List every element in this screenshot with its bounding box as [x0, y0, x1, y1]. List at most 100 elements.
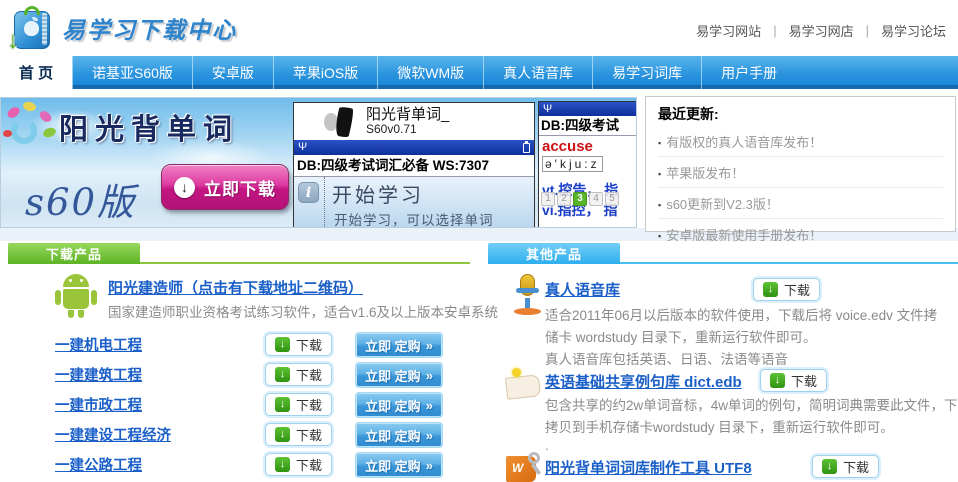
antenna-icon: Ψ: [543, 102, 552, 117]
db-status-line: DB:四级考试: [539, 116, 637, 136]
other-link-sentence-lib[interactable]: 英语基础共享例句库 dict.edb: [545, 371, 742, 392]
order-button[interactable]: 立即 定购»: [355, 362, 443, 388]
update-text: 苹果版发布！: [666, 166, 744, 181]
info-icon: i: [298, 182, 319, 203]
download-row: 一建市政工程 ↓下载 立即 定购 »: [0, 390, 480, 418]
product-description: 国家建造师职业资格考试练习软件，适合v1.6及以上版本安卓系统: [108, 301, 498, 321]
download-arrow-icon: ↓: [275, 427, 290, 442]
download-arrow-icon: ↓: [275, 457, 290, 472]
backpack-logo-icon: ↓: [8, 5, 54, 51]
item-link-mechanical[interactable]: 一建机电工程: [55, 334, 142, 355]
download-row: 一建建设工程经济 ↓下载 立即 定购»: [0, 420, 480, 448]
download-button[interactable]: ↓下载: [265, 393, 332, 416]
download-label: 下载: [784, 280, 810, 299]
main-nav: 首 页 诺基亚S60版 安卓版 苹果iOS版 微软WM版 真人语音库 易学习词库…: [0, 56, 958, 89]
nav-tab-ios[interactable]: 苹果iOS版: [273, 56, 377, 89]
download-arrow-icon: ↓: [275, 337, 290, 352]
other-link-dict-tool[interactable]: 阳光背单词词库制作工具 UTF8: [545, 457, 752, 478]
download-arrow-icon: ↓: [275, 397, 290, 412]
nav-tab-android[interactable]: 安卓版: [192, 56, 273, 89]
order-label: 立即 定购: [365, 396, 421, 415]
download-arrow-icon: ↓: [822, 459, 837, 474]
header-links: 易学习网站 | 易学习网店 | 易学习论坛: [696, 21, 946, 40]
link-forum[interactable]: 易学习论坛: [881, 21, 946, 40]
tab-download-products[interactable]: 下载产品: [8, 243, 140, 264]
nav-tab-home[interactable]: 首 页: [0, 56, 72, 89]
nav-tab-manual[interactable]: 用户手册: [701, 56, 796, 89]
other-description: 真人语音库包括英语、日语、法语等语音: [545, 348, 788, 368]
page-button-2[interactable]: 2: [557, 192, 571, 206]
product-link-builder[interactable]: 阳光建造师（点击有下载地址二维码）: [108, 277, 363, 298]
item-link-architecture[interactable]: 一建建筑工程: [55, 364, 142, 385]
other-description: 包含共享的约2w单词音标，4w单词的例句，简明词典需要此文件，下: [545, 394, 958, 414]
db-status-line: DB:四级考试词汇必备 WS:7307: [294, 155, 534, 177]
site-title: 易学习下载中心: [62, 11, 237, 45]
download-button[interactable]: ↓下载: [265, 453, 332, 476]
order-label: 立即 定购: [365, 336, 421, 355]
download-button[interactable]: ↓下载: [265, 363, 332, 386]
other-link-voice-lib[interactable]: 真人语音库: [545, 279, 620, 300]
item-link-highway[interactable]: 一建公路工程: [55, 454, 142, 475]
update-text: s60更新到V2.3版！: [666, 197, 779, 212]
update-item[interactable]: ▪ 安卓版最新使用手册发布！: [658, 219, 943, 249]
download-row: 一建机电工程 ↓ 下载 立即 定购 »: [0, 330, 480, 358]
download-button[interactable]: ↓ 下载: [753, 278, 820, 301]
phonetic-text: ə'kju:z: [542, 156, 603, 172]
pagination: 1 2 3 4 5: [541, 192, 619, 206]
flower-logo-icon: [3, 102, 57, 156]
menu-item-start-study: 开始学习: [332, 179, 424, 208]
site-logo[interactable]: ↓ 易学习下载中心: [8, 5, 237, 51]
app-version: S60v0.71: [366, 123, 449, 137]
nav-tab-nokia-s60[interactable]: 诺基亚S60版: [72, 56, 192, 89]
bullet-icon: ▪: [658, 231, 661, 241]
nav-tab-wm[interactable]: 微软WM版: [377, 56, 483, 89]
download-row: 一建公路工程 ↓下载 立即 定购»: [0, 450, 480, 478]
banner-subtitle: s60版: [25, 172, 136, 226]
order-button[interactable]: 立即 定购»: [355, 452, 443, 478]
download-button[interactable]: ↓ 下载: [812, 455, 879, 478]
chevron-right-icon: »: [426, 338, 433, 353]
download-arrow-icon: ↓: [763, 282, 778, 297]
order-button[interactable]: 立即 定购 »: [355, 332, 443, 358]
page-button-4[interactable]: 4: [589, 192, 603, 206]
update-item[interactable]: ▪有版权的真人语音库发布！: [658, 126, 943, 157]
chevron-right-icon: »: [426, 398, 433, 413]
download-button[interactable]: ↓下载: [265, 423, 332, 446]
bullet-icon: ▪: [658, 138, 661, 148]
page-button-1[interactable]: 1: [541, 192, 555, 206]
download-button[interactable]: ↓下载: [760, 369, 827, 392]
tab-other-products[interactable]: 其他产品: [488, 243, 620, 264]
update-text: 安卓版最新使用手册发布！: [666, 228, 822, 243]
banner-download-button[interactable]: ↓ 立即下载: [161, 164, 289, 210]
download-button[interactable]: ↓ 下载: [265, 333, 332, 356]
page-button-5[interactable]: 5: [605, 192, 619, 206]
banner-download-label: 立即下载: [204, 175, 276, 200]
tool-book-icon: W: [504, 452, 542, 482]
download-arrow-icon: ↓: [7, 27, 19, 55]
link-website[interactable]: 易学习网站: [696, 21, 761, 40]
nav-tab-dict-lib[interactable]: 易学习词库: [592, 56, 701, 89]
menu-item-subtext: 开始学习，可以选择单词: [334, 209, 494, 228]
promo-banner[interactable]: 阳光背单词 s60版 ↓ 立即下载 阳光背单词_ S60v0.71 Ψ DB:四…: [0, 97, 637, 228]
item-link-economics[interactable]: 一建建设工程经济: [55, 424, 171, 445]
nav-tab-voice-lib[interactable]: 真人语音库: [483, 56, 592, 89]
banner-title: 阳光背单词: [59, 106, 239, 148]
antenna-icon: Ψ: [298, 140, 307, 155]
order-label: 立即 定购: [365, 426, 421, 445]
other-description: 拷贝到手机存储卡wordstudy 目录下，重新运行软件即可。: [545, 416, 894, 436]
update-item[interactable]: ▪苹果版发布！: [658, 157, 943, 188]
item-link-municipal[interactable]: 一建市政工程: [55, 394, 142, 415]
microphone-icon: [508, 274, 548, 316]
recent-updates-panel: 最近更新: ▪有版权的真人语音库发布！ ▪苹果版发布！ ▪s60更新到V2.3版…: [645, 96, 956, 232]
page-button-3-active[interactable]: 3: [573, 192, 587, 206]
link-separator: |: [773, 23, 776, 38]
link-store[interactable]: 易学习网店: [789, 21, 854, 40]
download-label: 下载: [296, 335, 322, 354]
book-bulb-icon: [504, 370, 542, 400]
order-button[interactable]: 立即 定购 »: [355, 392, 443, 418]
other-description: 适合2011年06月以后版本的软件使用，下载后将 voice.edv 文件拷: [545, 304, 937, 324]
dictionary-word: accuse: [542, 138, 637, 155]
download-label: 下载: [843, 457, 869, 476]
update-item[interactable]: ▪s60更新到V2.3版！: [658, 188, 943, 219]
order-button[interactable]: 立即 定购»: [355, 422, 443, 448]
